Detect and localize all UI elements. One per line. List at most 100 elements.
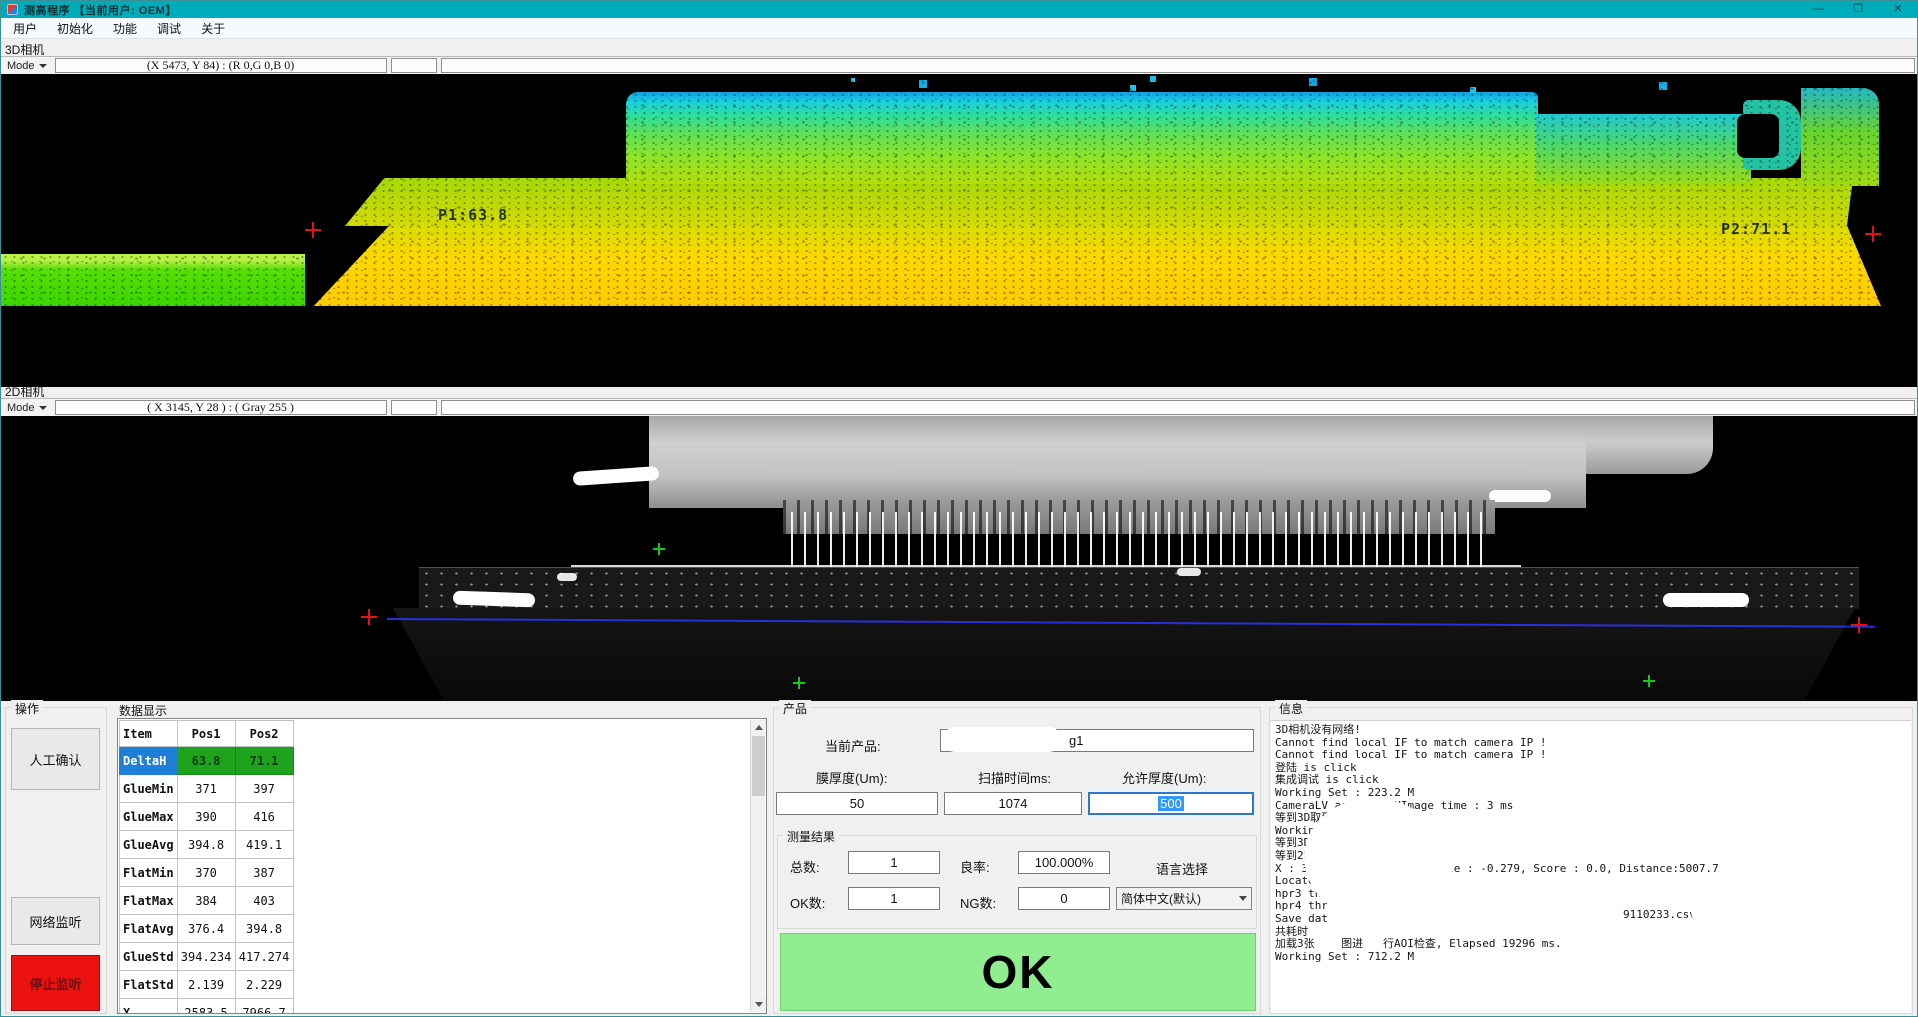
ng-count-field[interactable]: 0	[1018, 887, 1110, 910]
table-row[interactable]: FlatMin 370 387	[120, 859, 294, 887]
cell-pos1: 394.234	[177, 943, 235, 971]
table-row[interactable]: FlatMax 384 403	[120, 887, 294, 915]
menu-item-user[interactable]: 用户	[3, 18, 47, 39]
selected-text: 500	[1158, 796, 1184, 811]
cell-pos2: 397	[235, 775, 293, 803]
camera3d-mode-button[interactable]: Mode	[3, 60, 51, 72]
film-thickness-field[interactable]: 50	[776, 792, 938, 815]
cell-item: GlueMax	[120, 803, 178, 831]
menu-bar: 用户 初始化 功能 调试 关于	[1, 18, 1917, 39]
table-row[interactable]: GlueAvg 394.8 419.1	[120, 831, 294, 859]
log-line: Working Set : 712.2 M	[1275, 951, 1907, 964]
measurement-table: Item Pos1 Pos2 DeltaH 63.8 71.1 GlueMin …	[119, 720, 294, 1014]
glue-pill-left	[453, 591, 535, 608]
language-select[interactable]: 简体中文(默认)	[1116, 887, 1252, 910]
table-row[interactable]: GlueMin 371 397	[120, 775, 294, 803]
cell-pos2: 2.229	[235, 971, 293, 999]
allow-thickness-field[interactable]: 500	[1088, 792, 1254, 815]
cell-item: FlatStd	[120, 971, 178, 999]
check-cross-bottom-right	[1643, 675, 1655, 687]
manual-confirm-button[interactable]: 人工确认	[11, 728, 100, 790]
cell-item: FlatAvg	[120, 915, 178, 943]
scroll-up-icon[interactable]	[751, 720, 766, 735]
operation-group-label: 操作	[11, 700, 43, 717]
camera2d-toolbar: Mode ( X 3145, Y 28 ) : ( Gray 255 )	[1, 398, 1917, 416]
base-bar	[419, 567, 1859, 609]
scroll-down-icon[interactable]	[751, 997, 766, 1012]
glue-dot-small-left	[557, 573, 577, 581]
ok-count-field[interactable]: 1	[848, 887, 940, 910]
check-cross-top	[653, 543, 665, 555]
table-row[interactable]: FlatAvg 376.4 394.8	[120, 915, 294, 943]
col-header-pos2[interactable]: Pos2	[235, 721, 293, 747]
heightmap-right-extension	[1536, 114, 1751, 184]
cell-pos2: 419.1	[235, 831, 293, 859]
right-fiducial-cross-3d	[1865, 226, 1881, 242]
glue-pill-right	[1663, 593, 1749, 607]
cell-pos2: 416	[235, 803, 293, 831]
table-row[interactable]: GlueMax 390 416	[120, 803, 294, 831]
glue-dot-small-center	[1177, 568, 1201, 576]
camera3d-toolbar: Mode (X 5473, Y 84) : (R 0,G 0,B 0)	[1, 56, 1917, 74]
table-scrollbar[interactable]	[750, 720, 765, 1012]
chevron-down-icon	[39, 406, 47, 410]
cell-pos1: 390	[177, 803, 235, 831]
col-header-item[interactable]: Item	[120, 721, 178, 747]
camera2d-mode-button[interactable]: Mode	[3, 402, 51, 414]
scan-time-label: 扫描时间ms:	[978, 768, 1051, 787]
chevron-down-icon	[39, 64, 47, 68]
data-display-panel: Item Pos1 Pos2 DeltaH 63.8 71.1 GlueMin …	[117, 718, 767, 1014]
cell-pos2: 417.274	[235, 943, 293, 971]
heightmap-left-slab	[1, 254, 305, 306]
window-title: 测高程序 【当前用户: OEM】	[24, 2, 177, 18]
result-status-banner: OK	[780, 933, 1256, 1011]
data-display-label: 数据显示	[119, 702, 167, 719]
heightmap-hook-notch	[1737, 114, 1779, 158]
menu-item-about[interactable]: 关于	[191, 18, 235, 39]
yield-field[interactable]: 100.000%	[1018, 851, 1110, 874]
film-thickness-label: 膜厚度(Um):	[816, 768, 888, 787]
product-group-label: 产品	[779, 700, 811, 717]
scrollbar-thumb[interactable]	[752, 736, 765, 796]
camera3d-toolbar-box	[391, 58, 437, 73]
window-controls: — ❐ ✕	[1811, 2, 1913, 17]
results-group-label: 测量结果	[783, 828, 839, 845]
heightmap-mid-layer	[345, 178, 1853, 226]
cell-pos1: 376.4	[177, 915, 235, 943]
network-listen-button[interactable]: 网络监听	[11, 897, 100, 945]
log-line: 加载3张 图进 行AOI检查, Elapsed 19296 ms.	[1275, 938, 1907, 951]
close-icon[interactable]: ✕	[1891, 2, 1905, 17]
cell-item: FlatMin	[120, 859, 178, 887]
menu-item-function[interactable]: 功能	[103, 18, 147, 39]
total-field[interactable]: 1	[848, 851, 940, 874]
csv-filename-text: 9110233.csv	[1623, 909, 1696, 922]
stop-listen-button[interactable]: 停止监听	[11, 955, 100, 1011]
camera3d-viewport[interactable]: P1:63.8 P2:71.1	[1, 74, 1917, 387]
table-row[interactable]: X 2583.5 7966.7	[120, 999, 294, 1015]
table-header-row: Item Pos1 Pos2	[120, 721, 294, 747]
log-line: Cannot find local IF to match camera IP …	[1275, 749, 1907, 762]
camera2d-viewport[interactable]	[1, 416, 1917, 701]
current-product-label: 当前产品:	[825, 736, 881, 755]
cell-item: GlueStd	[120, 943, 178, 971]
minimize-icon[interactable]: —	[1811, 2, 1825, 17]
p1-measure-label: P1:63.8	[438, 206, 508, 224]
maximize-icon[interactable]: ❐	[1851, 2, 1865, 17]
menu-item-debug[interactable]: 调试	[147, 18, 191, 39]
table-row[interactable]: GlueStd 394.234 417.274	[120, 943, 294, 971]
col-header-pos1[interactable]: Pos1	[177, 721, 235, 747]
camera2d-toolbar-box	[391, 400, 437, 415]
total-label: 总数:	[790, 857, 820, 876]
scan-time-field[interactable]: 1074	[944, 792, 1082, 815]
menu-item-init[interactable]: 初始化	[47, 18, 103, 39]
right-fiducial-cross-2d	[1851, 617, 1867, 633]
table-row[interactable]: FlatStd 2.139 2.229	[120, 971, 294, 999]
camera3d-mode-label: Mode	[7, 60, 35, 72]
info-group-label: 信息	[1275, 700, 1307, 717]
table-row[interactable]: DeltaH 63.8 71.1	[120, 747, 294, 775]
heightmap-cyan-specks	[851, 78, 855, 82]
cell-pos2: 394.8	[235, 915, 293, 943]
title-bar: 测高程序 【当前用户: OEM】 — ❐ ✕	[1, 1, 1917, 18]
cell-item: GlueAvg	[120, 831, 178, 859]
cell-pos1: 2.139	[177, 971, 235, 999]
